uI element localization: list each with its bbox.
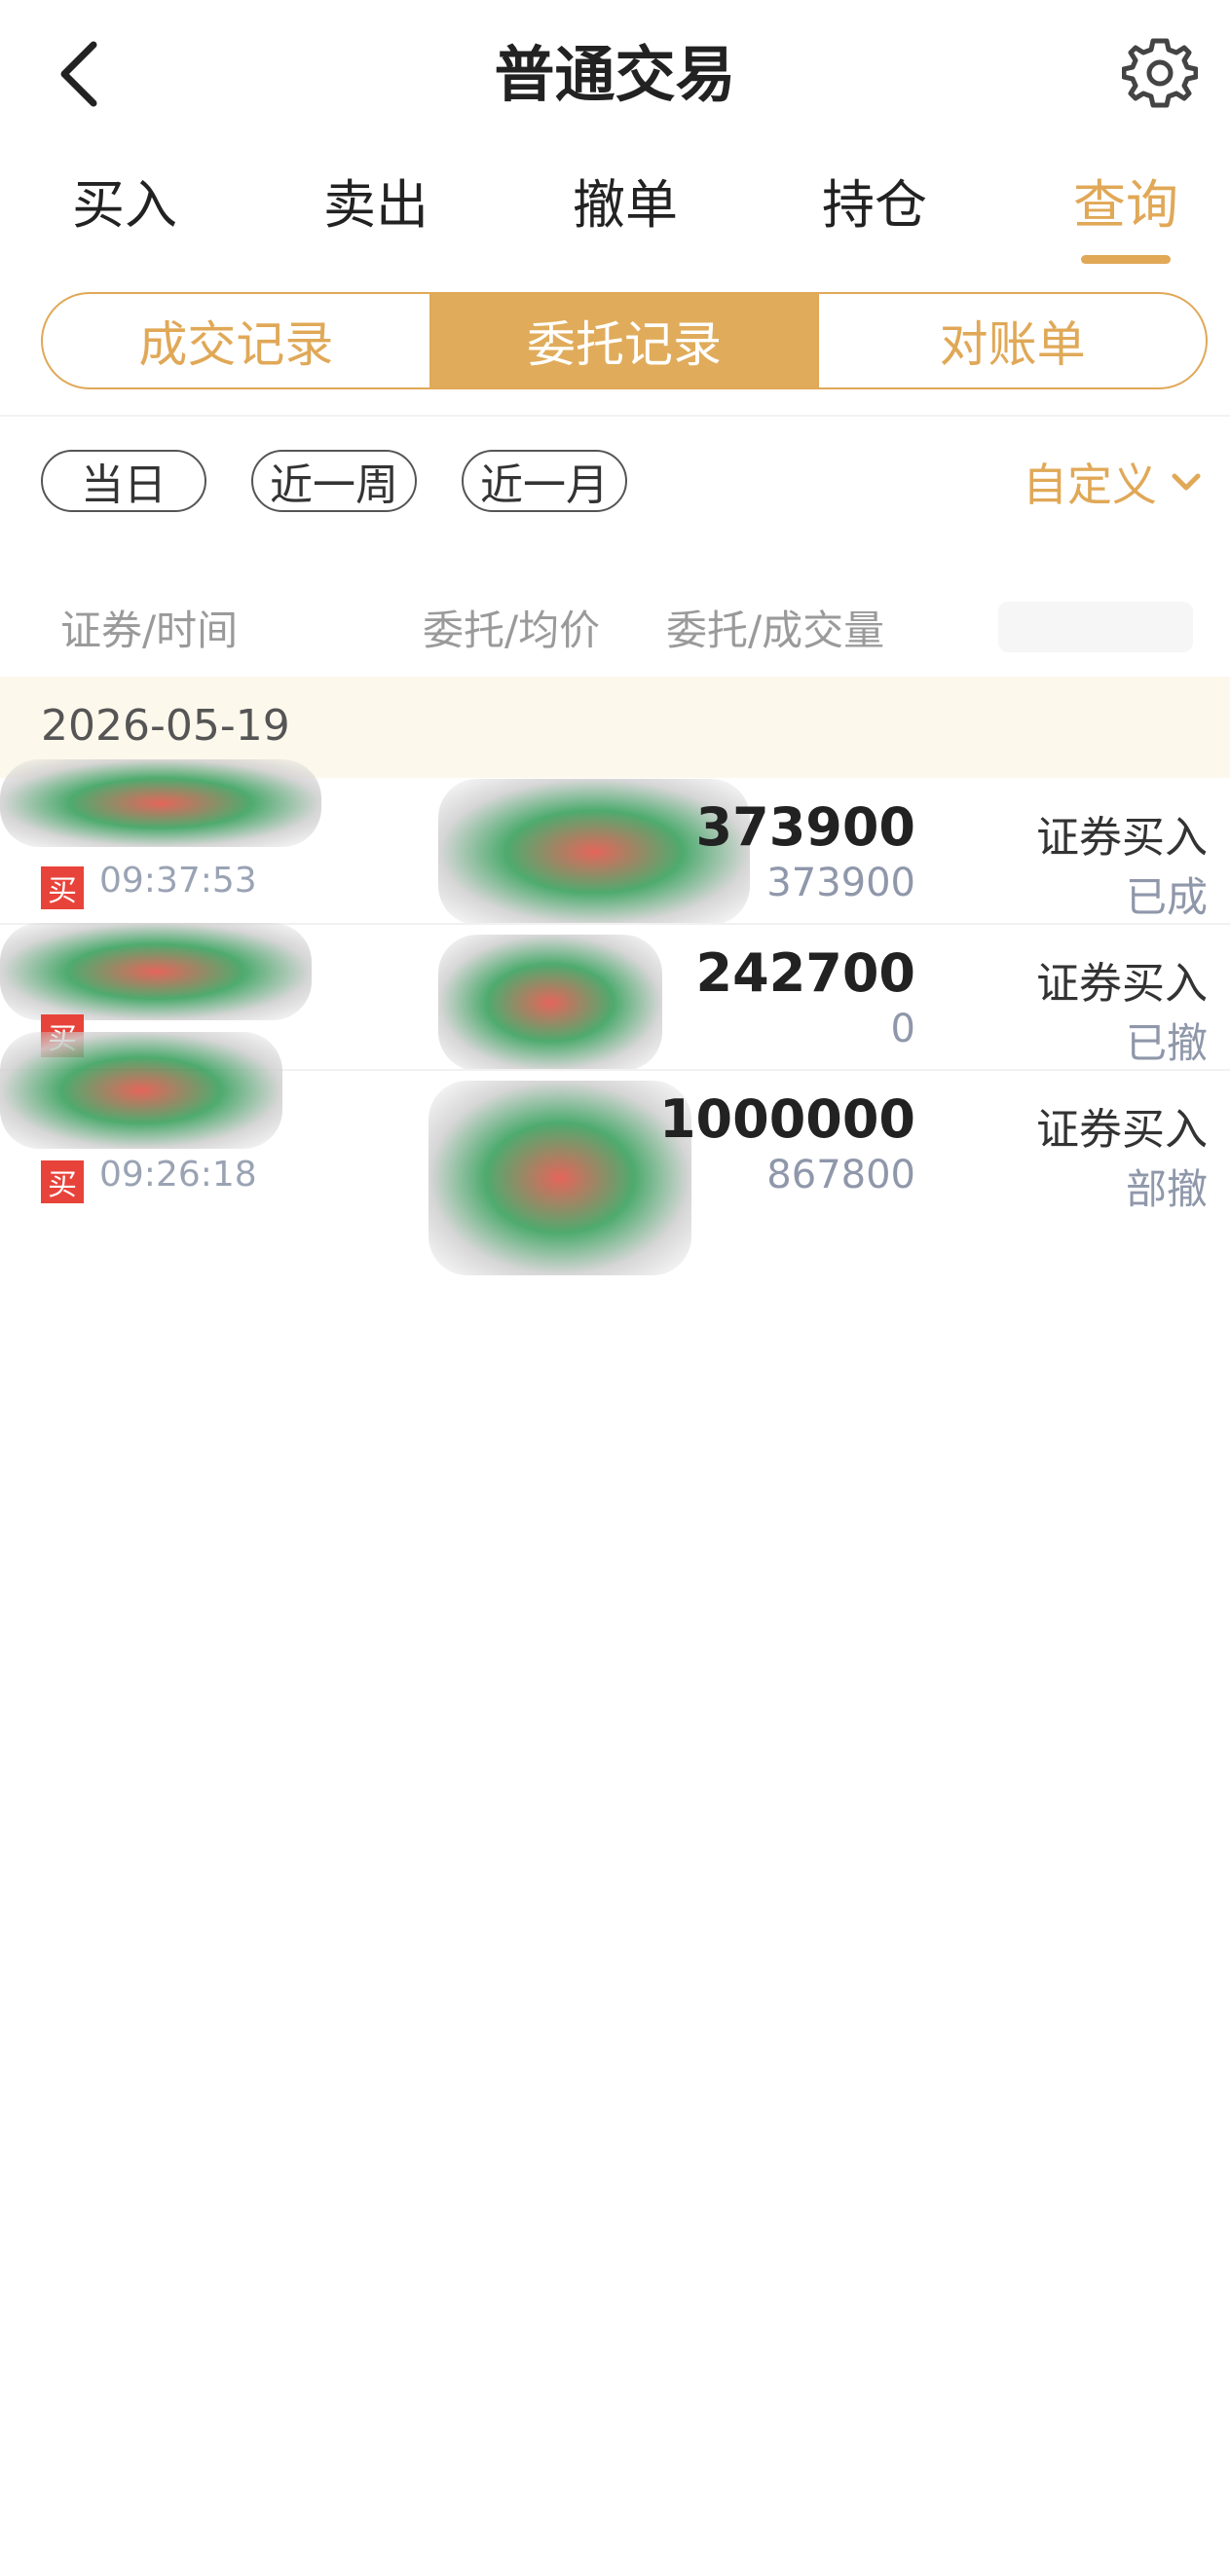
segment-order-records[interactable]: 委托记录 [429,294,820,387]
tab-cancel[interactable]: 撤单 [547,162,703,239]
filter-custom-label: 自定义 [1023,459,1157,511]
chevron-down-icon [1172,473,1201,491]
filter-month[interactable]: 近一月 [462,450,627,512]
order-quantity: 242700 [695,942,915,1004]
filled-quantity: 373900 [766,861,915,905]
date-label: 2026-05-19 [41,701,290,751]
filled-quantity: 867800 [766,1153,915,1197]
order-time: 09:26:18 [99,1155,257,1195]
redacted-security [0,1032,282,1149]
buy-badge: 买 [41,866,84,909]
tab-sell[interactable]: 卖出 [298,162,454,239]
column-security-time: 证券/时间 [60,607,239,654]
order-quantity: 1000000 [658,1088,915,1150]
order-quantity: 373900 [695,796,915,858]
divider [0,415,1230,417]
filter-today[interactable]: 当日 [41,450,206,512]
tab-position[interactable]: 持仓 [797,162,952,239]
tab-buy[interactable]: 买入 [47,162,203,239]
order-status: 已成 [1125,873,1208,921]
tab-query[interactable]: 查询 [1048,162,1204,239]
segment-trade-records[interactable]: 成交记录 [43,294,429,387]
column-blank [998,602,1193,652]
order-status: 部撤 [1125,1165,1208,1213]
filled-quantity: 0 [890,1007,915,1051]
column-volume: 委托/成交量 [666,607,885,654]
filter-custom[interactable]: 自定义 [1023,450,1202,514]
redacted-security [0,759,321,847]
order-type: 证券买入 [1036,1105,1208,1155]
filter-week[interactable]: 近一周 [251,450,417,512]
main-tabs: 买入 卖出 撤单 持仓 查询 [0,162,1230,239]
settings-button[interactable] [1121,35,1199,111]
buy-badge: 买 [41,1160,84,1203]
column-price: 委托/均价 [423,607,601,654]
gear-icon [1121,38,1199,108]
segment-statement[interactable]: 对账单 [819,294,1206,387]
redacted-security [0,923,312,1020]
order-type: 证券买入 [1036,813,1208,863]
record-segment: 成交记录 委托记录 对账单 [41,292,1208,389]
page-title: 普通交易 [494,39,736,110]
order-time: 09:37:53 [99,861,257,901]
order-type: 证券买入 [1036,959,1208,1009]
order-status: 已撤 [1125,1019,1208,1067]
tab-active-indicator [1081,255,1171,264]
